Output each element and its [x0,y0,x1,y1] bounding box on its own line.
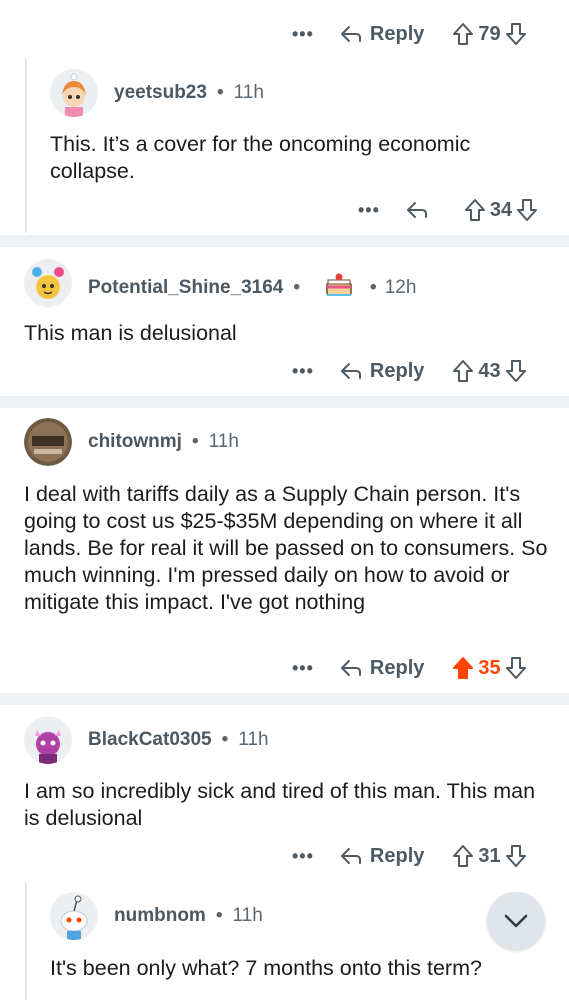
comment-body: This. It’s a cover for the oncoming econ… [50,132,471,183]
comment-meta: Potential_Shine_3164 • • 12h [88,271,416,305]
username[interactable]: chitownmj [88,431,182,453]
comment-body: It's been only what? 7 months onto this … [50,956,482,980]
comment-meta: chitownmj • 11h [88,431,239,453]
username[interactable]: numbnom [114,905,206,927]
comment-actions: ••• Reply 43 [292,353,527,389]
comment-body: I deal with tariffs daily as a Supply Ch… [24,482,548,614]
comment-actions: ••• Reply 79 [292,16,527,52]
reply-icon [406,202,427,218]
score: 35 [478,656,501,679]
downvote-icon[interactable] [516,198,538,222]
comment-separator [0,396,569,408]
upvote-icon[interactable] [452,656,474,680]
upvote-icon[interactable] [464,198,486,222]
timestamp: 11h [233,82,264,103]
reply-icon [340,363,361,379]
downvote-icon[interactable] [505,22,527,46]
comment-separator [0,693,569,705]
comment-actions: ••• Reply 35 [292,650,527,686]
upvote-icon[interactable] [452,22,474,46]
downvote-icon[interactable] [505,844,527,868]
comment-meta: BlackCat0305 • 11h [88,729,269,751]
upvote-icon[interactable] [452,359,474,383]
downvote-icon[interactable] [505,656,527,680]
next-comment-button[interactable] [487,892,545,950]
more-options-button[interactable]: ••• [292,658,314,679]
chevron-down-icon [504,914,528,928]
reply-label: Reply [369,22,425,45]
avatar[interactable] [24,418,72,466]
username[interactable]: BlackCat0305 [88,729,212,751]
reply-button[interactable]: Reply [340,657,424,680]
comment-actions: ••• 34 [358,192,538,228]
cake-icon [324,271,354,305]
reply-icon [340,848,361,864]
reply-button[interactable] [406,200,436,220]
avatar[interactable] [50,892,98,940]
comment-meta: numbnom • 11h [114,905,263,927]
comment-separator [0,235,569,247]
score: 31 [478,844,501,867]
username[interactable]: Potential_Shine_3164 [88,277,283,299]
avatar[interactable] [24,259,72,307]
comment-meta: yeetsub23 • 11h [114,82,264,104]
avatar[interactable] [24,716,72,764]
reply-label: Reply [369,656,425,679]
reply-label: Reply [369,359,425,382]
score: 43 [478,359,501,382]
more-options-button[interactable]: ••• [292,24,314,45]
username[interactable]: yeetsub23 [114,82,207,104]
reply-button[interactable]: Reply [340,845,424,868]
reply-icon [340,660,361,676]
timestamp: 12h [384,277,417,298]
reply-button[interactable]: Reply [340,360,424,383]
more-options-button[interactable]: ••• [292,846,314,867]
thread-line [25,882,27,1000]
comment-body: I am so incredibly sick and tired of thi… [24,779,536,830]
thread-line [25,58,27,233]
timestamp: 11h [232,905,263,926]
timestamp: 11h [238,729,269,750]
reply-icon [340,26,361,42]
score: 79 [478,22,501,45]
more-options-button[interactable]: ••• [292,361,314,382]
timestamp: 11h [208,431,239,452]
reply-button[interactable]: Reply [340,23,424,46]
more-options-button[interactable]: ••• [358,200,380,221]
score: 34 [489,198,513,221]
comment-body: This man is delusional [24,321,237,345]
reply-label: Reply [369,844,425,867]
comment-actions: ••• Reply 31 [292,838,527,874]
avatar[interactable] [50,69,98,117]
downvote-icon[interactable] [505,359,527,383]
upvote-icon[interactable] [452,844,474,868]
